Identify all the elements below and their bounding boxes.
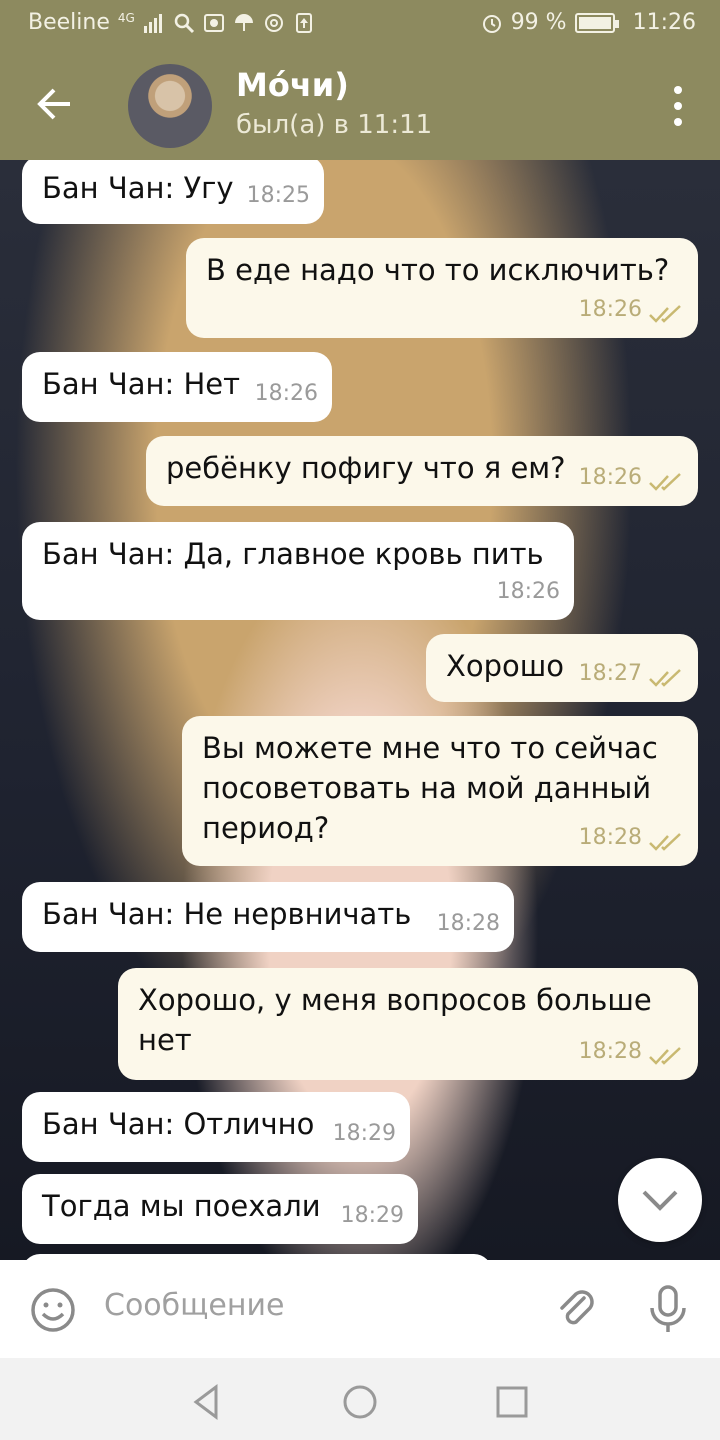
message-text: Бан Чан: Угу [42,171,234,205]
message-outgoing[interactable]: Вы можете мне что то сейчас посоветовать… [182,716,698,866]
microphone-icon[interactable] [646,1284,690,1334]
read-check-icon [649,305,681,323]
read-check-icon [649,833,681,851]
avatar[interactable] [128,64,212,148]
emoji-icon[interactable] [30,1287,76,1333]
home-circle-icon[interactable] [340,1382,380,1422]
message-time: 18:26 [254,381,318,406]
message-time: 18:29 [332,1121,396,1146]
umbrella-notification-icon [234,13,253,31]
scroll-to-bottom-button[interactable] [618,1158,702,1242]
message-outgoing[interactable]: ребёнку пофигу что я ем? 18:26 [146,436,698,506]
network-type: 4G [117,10,135,25]
system-nav-bar [0,1358,720,1440]
message-text: ребёнку пофигу что я ем? [166,451,566,485]
message-text: Бан Чан: Не нервничать [42,897,412,931]
search-notification-icon [174,13,194,33]
back-triangle-icon[interactable] [186,1382,226,1422]
read-check-icon [649,473,681,491]
message-incoming[interactable]: Тогда мы поехали 18:29 [22,1174,418,1244]
gallery-notification-icon [203,13,224,32]
message-time: 18:26 [578,297,642,322]
read-check-icon [649,669,681,687]
message-text: Тогда мы поехали [42,1189,321,1223]
chat-area[interactable]: Бан Чан: Угу 18:25 В еде надо что то иск… [0,160,720,1260]
recents-square-icon[interactable] [492,1382,532,1422]
message-text: Бан Чан: Отлично [42,1107,315,1141]
more-vertical-icon[interactable] [666,84,690,128]
battery-percent: 99 % [510,10,567,35]
message-time: 18:28 [578,1039,642,1064]
alarm-icon [482,14,501,33]
message-time: 18:25 [246,183,310,208]
chevron-down-icon [642,1190,678,1211]
message-outgoing[interactable]: Хорошо 18:27 [426,634,698,702]
paperclip-icon[interactable] [554,1286,600,1332]
status-bar: Beeline 4G 99 % 11:26 [0,0,720,48]
signal-icon [143,13,162,33]
message-incoming[interactable]: Бан Чан: Нет 18:26 [22,352,332,422]
message-outgoing[interactable]: В еде надо что то исключить? 18:26 [186,238,698,338]
message-incoming[interactable]: Бан Чан: Отлично 18:29 [22,1092,410,1162]
battery-icon [574,12,619,33]
message-text: Хорошо [446,649,565,683]
message-incoming[interactable]: Бан Чан: Да, главное кровь пить 18:26 [22,522,574,620]
message-time: 18:28 [578,825,642,850]
message-text: Бан Чан: Нет [42,367,240,401]
message-input-bar: Сообщение [0,1260,720,1358]
message-time: 18:28 [436,911,500,936]
message-input[interactable]: Сообщение [104,1288,284,1323]
message-text: В еде надо что то исключить? [206,253,670,287]
message-time: 18:29 [340,1203,404,1228]
message-text: Бан Чан: Да, главное кровь пить [42,537,544,571]
message-incoming[interactable]: Бан Чан: Не нервничать 18:28 [22,882,514,952]
contact-name[interactable]: Мо́чи) [236,66,349,104]
clock: 11:26 [632,10,696,35]
upload-notification-icon [295,12,312,33]
carrier-label: Beeline [28,10,110,35]
message-time: 18:26 [578,465,642,490]
last-seen-status: был(а) в 11:11 [236,110,433,140]
email-notification-icon [264,13,283,32]
message-outgoing[interactable]: Хорошо, у меня вопросов больше нет 18:28 [118,968,698,1080]
message-text: Хорошо, у меня вопросов больше нет [138,983,652,1057]
chat-header: Мо́чи) был(а) в 11:11 [0,48,720,160]
arrow-left-icon[interactable] [28,78,80,130]
read-check-icon [649,1047,681,1065]
message-time: 18:26 [496,579,560,604]
message-time: 18:27 [578,661,642,686]
message-incoming[interactable]: Бан Чан: Угу 18:25 [22,160,324,224]
